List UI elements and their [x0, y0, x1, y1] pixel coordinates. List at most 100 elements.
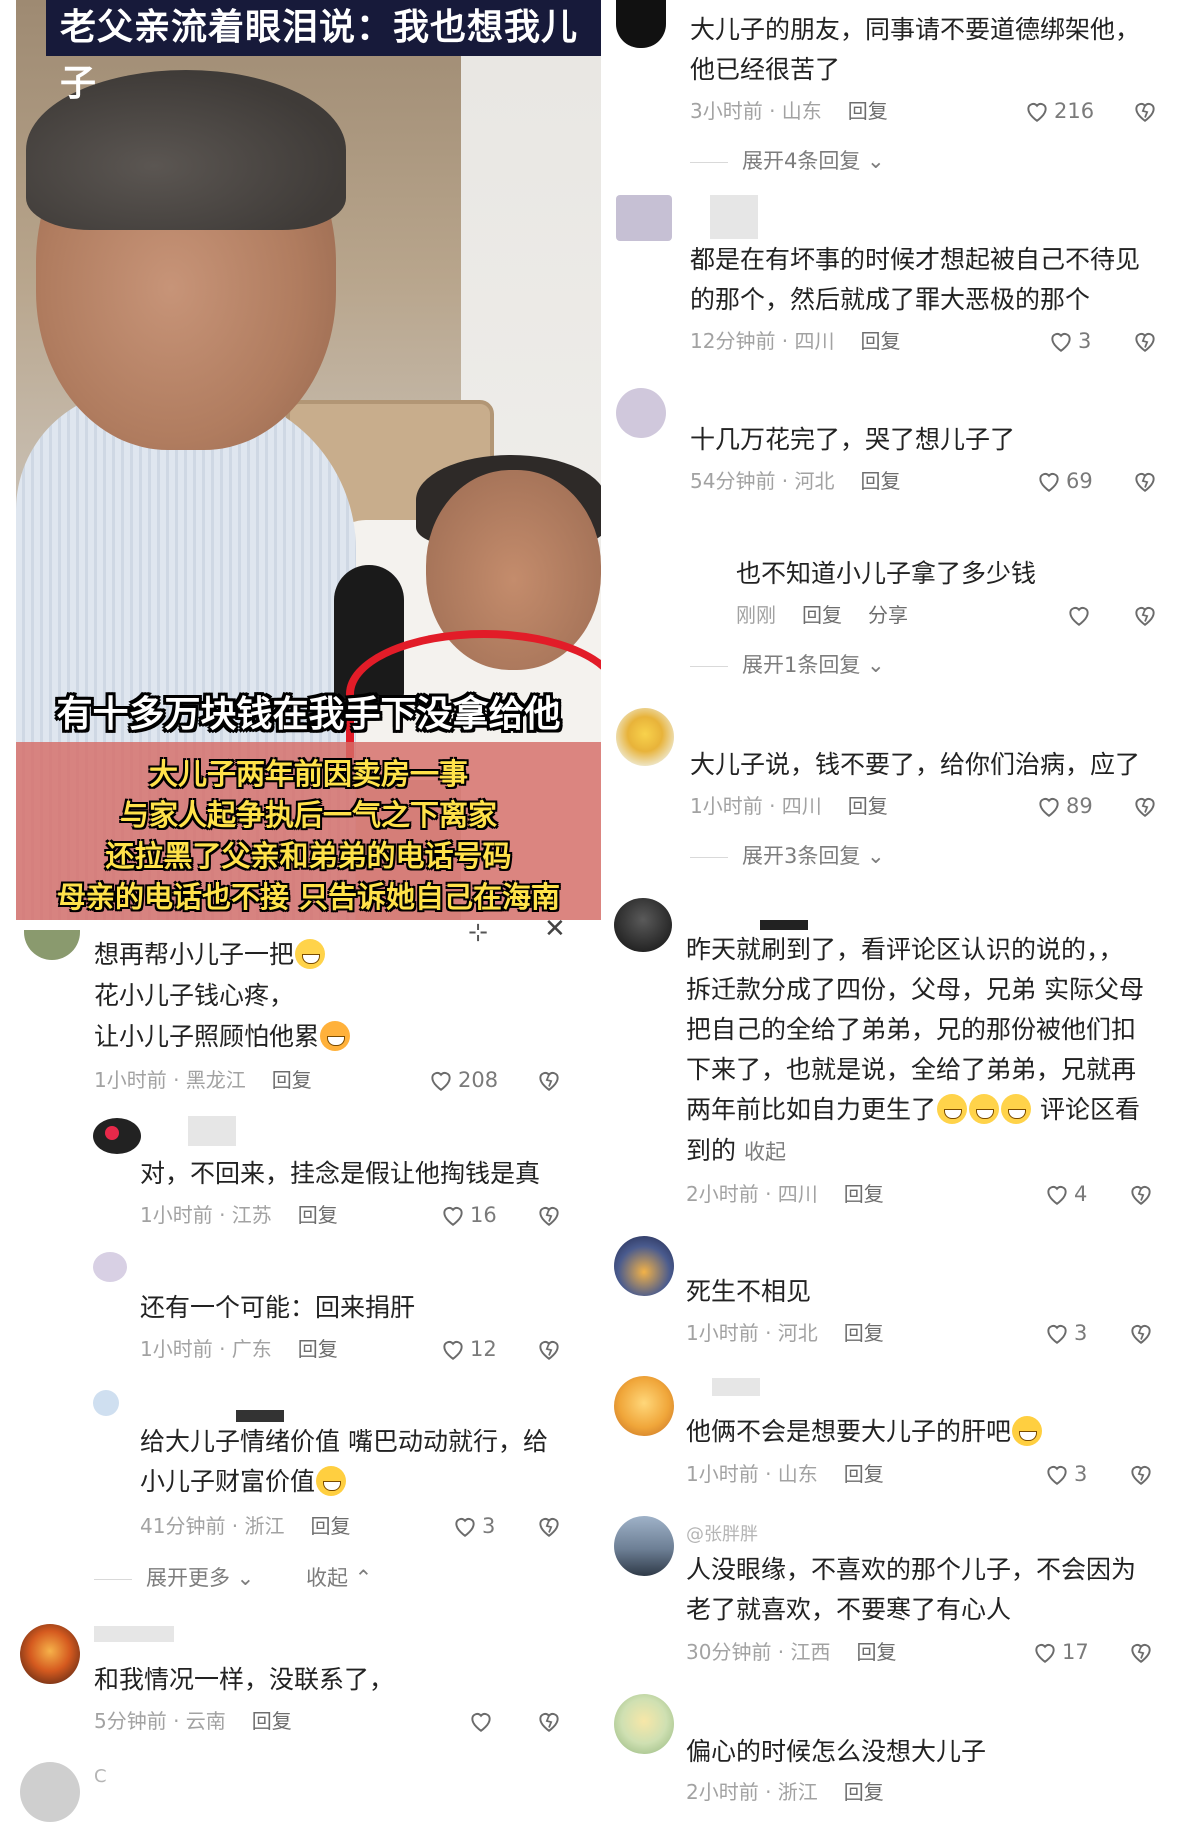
avatar[interactable] — [24, 930, 80, 960]
heart-icon — [1047, 1325, 1067, 1344]
avatar[interactable] — [93, 1252, 127, 1282]
collapse-button[interactable]: 收起 — [744, 1140, 786, 1164]
reply-button[interactable]: 回复 — [252, 1709, 292, 1733]
heart-icon — [1047, 1466, 1067, 1485]
heart-icon — [1027, 103, 1047, 122]
dislike-icon[interactable] — [536, 1202, 562, 1228]
heart-icon — [431, 1072, 451, 1091]
pin-icon[interactable]: ⊹ — [468, 918, 488, 946]
dislike-icon[interactable] — [1132, 98, 1158, 124]
video-thumbnail[interactable]: 老父亲流着眼泪说：我也想我儿子 有十多万块钱在我手下没拿给他 大儿子两年前因卖房… — [16, 0, 601, 920]
like-button[interactable]: 69 — [1036, 467, 1093, 495]
reply-button[interactable]: 回复 — [844, 1462, 884, 1486]
dislike-icon[interactable] — [1132, 328, 1158, 354]
sweat-emoji-icon — [316, 1466, 347, 1496]
expand-replies-button[interactable]: 展开3条回复 ⌄ — [690, 842, 885, 870]
comment-text: 花小儿子钱心疼， — [94, 981, 295, 1010]
like-button[interactable]: 17 — [1032, 1638, 1089, 1666]
dislike-icon[interactable] — [536, 1708, 562, 1734]
avatar[interactable] — [93, 1390, 119, 1416]
like-button[interactable]: 89 — [1036, 792, 1093, 820]
dislike-icon[interactable] — [1132, 468, 1158, 494]
username-redacted — [236, 1410, 284, 1422]
comment-meta: 54分钟前 · 河北 回复 — [690, 469, 901, 493]
collapse-button[interactable]: 收起 ⌃ — [306, 1564, 372, 1592]
like-button[interactable]: 3 — [1044, 1460, 1087, 1488]
reply-button[interactable]: 回复 — [857, 1640, 897, 1664]
avatar[interactable] — [614, 1694, 674, 1754]
reply-button[interactable]: 回复 — [848, 99, 888, 123]
expand-replies-button[interactable]: 展开1条回复 ⌄ — [690, 651, 885, 679]
reply-button[interactable]: 回复 — [311, 1514, 351, 1538]
username-redacted — [760, 920, 808, 930]
comment-text: 的那个，然后就成了罪大恶极的那个 — [690, 285, 1091, 314]
like-button[interactable]: 208 — [428, 1066, 498, 1094]
dislike-icon[interactable] — [536, 1336, 562, 1362]
like-button[interactable]: 3 — [452, 1512, 495, 1540]
avatar[interactable] — [616, 0, 666, 48]
avatar[interactable] — [616, 388, 666, 438]
like-button[interactable]: 16 — [440, 1201, 497, 1229]
expand-replies-button[interactable]: 展开4条回复 ⌄ — [690, 147, 885, 175]
like-button[interactable]: 216 — [1024, 97, 1094, 125]
close-icon[interactable]: ✕ — [544, 914, 566, 944]
dislike-icon[interactable] — [1128, 1320, 1154, 1346]
comment-text: 昨天就刷到了，看评论区认识的说的，， — [686, 935, 1124, 964]
like-button[interactable]: 12 — [440, 1335, 497, 1363]
heart-icon — [1039, 473, 1059, 492]
reply-button[interactable]: 回复 — [844, 1780, 884, 1804]
dislike-icon[interactable] — [1128, 1461, 1154, 1487]
comment-text: 拆迁款分成了四份，父母，兄弟 实际父母 — [686, 975, 1144, 1004]
avatar[interactable] — [616, 708, 674, 766]
dislike-icon[interactable] — [1132, 793, 1158, 819]
comment-text: 偏心的时候怎么没想大儿子 — [686, 1737, 987, 1766]
comment-text: 想再帮小儿子一把 — [94, 935, 326, 975]
avatar[interactable] — [20, 1624, 80, 1684]
avatar[interactable] — [614, 898, 672, 952]
dislike-icon[interactable] — [1132, 602, 1158, 628]
dislike-icon[interactable] — [536, 1067, 562, 1093]
like-button[interactable]: 4 — [1044, 1180, 1087, 1208]
reply-button[interactable]: 回复 — [272, 1068, 312, 1092]
dislike-icon[interactable] — [1128, 1181, 1154, 1207]
grin-emoji-icon — [937, 1094, 968, 1124]
avatar[interactable] — [616, 195, 672, 241]
like-button[interactable]: 3 — [1044, 1319, 1087, 1347]
heart-icon — [1047, 1186, 1067, 1205]
avatar[interactable] — [614, 1516, 674, 1576]
reply-button[interactable]: 回复 — [861, 469, 901, 493]
dislike-icon[interactable] — [536, 1513, 562, 1539]
comment-text: 到的 收起 — [686, 1136, 786, 1165]
comment-meta: 1小时前 · 广东 回复 — [140, 1337, 338, 1361]
reply-button[interactable]: 回复 — [844, 1321, 884, 1345]
share-button[interactable]: 分享 — [868, 603, 908, 627]
username-redacted — [712, 1378, 760, 1396]
reply-button[interactable]: 回复 — [848, 794, 888, 818]
comment-text: 十几万花完了，哭了想儿子了 — [690, 425, 1016, 454]
heart-icon[interactable] — [468, 1708, 494, 1734]
grin-emoji-icon — [295, 939, 326, 969]
avatar[interactable] — [614, 1376, 674, 1436]
comment-meta: 12分钟前 · 四川 回复 — [690, 329, 901, 353]
avatar[interactable] — [614, 1236, 674, 1296]
reply-button[interactable]: 回复 — [802, 603, 842, 627]
reply-button[interactable]: 回复 — [298, 1337, 338, 1361]
comment-meta: 1小时前 · 四川 回复 — [690, 794, 888, 818]
comment-text: 让小儿子照顾怕他累 — [94, 1017, 351, 1057]
dislike-icon[interactable] — [1128, 1639, 1154, 1665]
reply-button[interactable]: 回复 — [861, 329, 901, 353]
subtitle-line: 与家人起争执后一气之下离家 — [119, 798, 497, 832]
reply-button[interactable]: 回复 — [844, 1182, 884, 1206]
comment-text: 人没眼缘，不喜欢的那个儿子，不会因为 — [686, 1555, 1137, 1584]
heart-icon[interactable] — [1066, 602, 1092, 628]
comment-meta: 2小时前 · 四川 回复 — [686, 1182, 884, 1206]
username: C — [94, 1766, 107, 1787]
username-redacted — [188, 1116, 236, 1146]
like-button[interactable]: 3 — [1048, 327, 1091, 355]
comment-text: 大儿子说，钱不要了，给你们治病，应了 — [690, 750, 1141, 779]
avatar[interactable] — [20, 1762, 80, 1822]
reply-button[interactable]: 回复 — [298, 1203, 338, 1227]
username-redacted — [94, 1626, 174, 1642]
expand-more-button[interactable]: 展开更多 ⌄ — [94, 1564, 254, 1592]
avatar[interactable] — [93, 1118, 141, 1154]
